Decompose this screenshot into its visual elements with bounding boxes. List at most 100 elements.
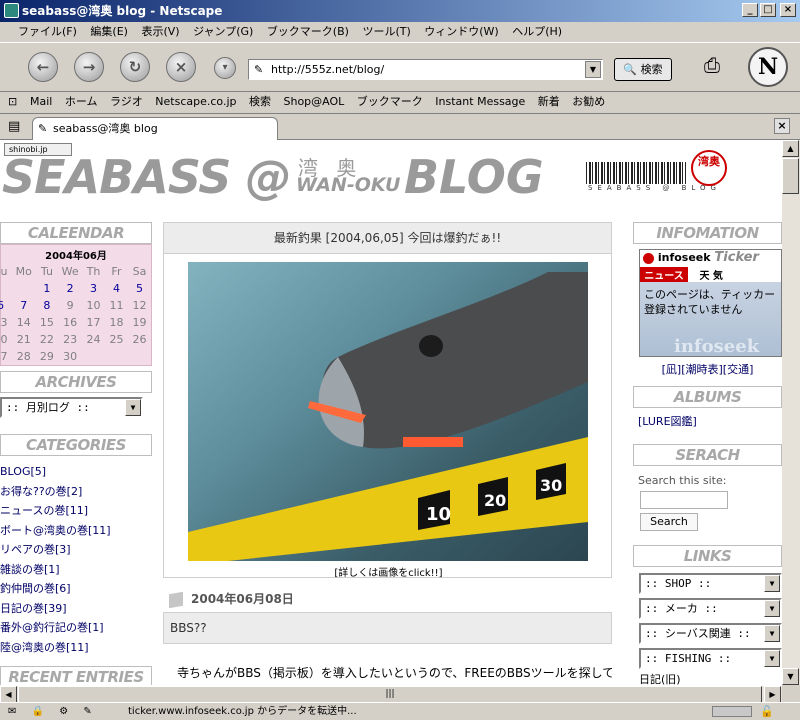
link-tide-table[interactable]: [潮時表]	[681, 363, 723, 376]
netscape-logo-icon[interactable]: N	[748, 47, 788, 87]
category-link[interactable]: お得な??の巻[2]	[0, 482, 152, 502]
featured-photo[interactable]: 10 20 30	[188, 262, 588, 561]
category-link[interactable]: ボート@湾奥の巻[11]	[0, 521, 152, 541]
cube-icon	[169, 591, 183, 608]
search-button[interactable]: 🔍 検索	[614, 58, 672, 81]
featured-caption[interactable]: [詳しくは画像をclick!!]	[164, 564, 613, 579]
calendar-day-link[interactable]: 4	[105, 280, 128, 297]
url-dropdown-icon[interactable]: ▼	[585, 61, 601, 78]
links-box: LINKS :: SHOP :: ▼ :: メーカ :: ▼ :: シーバス関連 :…	[633, 545, 782, 685]
calendar-day: 14	[16, 316, 31, 329]
calendar-weekday-row: Su Mo Tu We Th Fr Sa	[0, 263, 151, 280]
new-tab-icon[interactable]: ▤	[8, 119, 20, 134]
calendar-week: 6 7 8 9 10 11 12	[0, 297, 151, 314]
links-select-shop[interactable]: :: SHOP :: ▼	[639, 573, 782, 594]
stop-button[interactable]: ×	[166, 52, 196, 82]
link-traffic[interactable]: [交通]	[723, 363, 754, 376]
calendar-day-link[interactable]: 3	[82, 280, 105, 297]
category-link[interactable]: BLOG[5]	[0, 462, 152, 482]
bookmark-netscape[interactable]: Netscape.co.jp	[155, 95, 236, 108]
url-field[interactable]: ✎ http://555z.net/blog/ ▼	[248, 59, 603, 80]
scroll-left-icon[interactable]: ◀	[0, 686, 17, 703]
browser-tab[interactable]: ✎ seabass@湾奥 blog	[32, 117, 278, 140]
vertical-scrollbar[interactable]: ▲ ▼	[782, 140, 800, 685]
scroll-down-icon[interactable]: ▼	[782, 668, 799, 685]
calendar-day-link[interactable]: 6	[0, 297, 12, 314]
vertical-scroll-thumb[interactable]	[782, 158, 799, 194]
category-link[interactable]: 番外@釣行記の巻[1]	[0, 618, 152, 638]
bookmark-shop-aol[interactable]: Shop@AOL	[284, 95, 345, 108]
calendar-week: 13 14 15 16 17 18 19	[0, 314, 151, 331]
search-label: Search this site:	[638, 474, 727, 487]
category-link[interactable]: リペアの巻[3]	[0, 540, 152, 560]
horizontal-scrollbar[interactable]: ◀ ||| ▶	[0, 685, 782, 703]
maximize-button[interactable]: □	[760, 3, 776, 17]
blog-title[interactable]: SEABASS @	[2, 150, 291, 204]
category-link[interactable]: 日記の巻[39]	[0, 599, 152, 619]
back-button[interactable]: ←	[28, 52, 58, 82]
links-select-seabass[interactable]: :: シーバス関連 :: ▼	[639, 623, 782, 644]
print-icon[interactable]: ⎙	[698, 53, 726, 79]
forward-button[interactable]: →	[74, 52, 104, 82]
bookmark-mail[interactable]: Mail	[30, 95, 52, 108]
calendar-heading: CALEENDAR	[0, 222, 152, 244]
bookmark-bookmarks[interactable]: ブックマーク	[357, 95, 423, 108]
minimize-button[interactable]: _	[742, 3, 758, 17]
entry-date: 2004年06月08日	[191, 592, 294, 606]
calendar-day: 11	[109, 299, 124, 312]
calendar-day: 10	[86, 299, 101, 312]
bookmark-radio[interactable]: ラジオ	[110, 95, 143, 108]
calendar-day-link[interactable]: 7	[12, 297, 35, 314]
calendar-day-link[interactable]: 5	[128, 280, 151, 297]
menu-file[interactable]: ファイル(F)	[18, 25, 77, 38]
bookmark-home[interactable]: ホーム	[65, 95, 98, 108]
menu-bookmarks[interactable]: ブックマーク(B)	[267, 25, 349, 38]
links-select-fishing[interactable]: :: FISHING :: ▼	[639, 648, 782, 669]
infoseek-ticker[interactable]: infoseek Ticker ニュース 天 気 このページは、ティッカー登録さ…	[639, 249, 782, 357]
menu-view[interactable]: 表示(V)	[141, 25, 179, 38]
history-dropdown-icon[interactable]: ▾	[214, 57, 236, 79]
calendar-day: 17	[86, 316, 101, 329]
links-select-value: :: FISHING ::	[645, 652, 732, 665]
bookmark-recommended[interactable]: お勧め	[572, 95, 605, 108]
ticker-tab-news[interactable]: ニュース	[640, 267, 688, 282]
status-component-icons[interactable]: ✉ 🔒 ⚙ ✎	[8, 703, 98, 720]
calendar-day-link[interactable]: 8	[35, 297, 58, 314]
menu-go[interactable]: ジャンプ(G)	[193, 25, 253, 38]
links-select-maker[interactable]: :: メーカ :: ▼	[639, 598, 782, 619]
menu-window[interactable]: ウィンドウ(W)	[424, 25, 498, 38]
home-tab-icon[interactable]: ⊡	[8, 92, 17, 112]
menu-help[interactable]: ヘルプ(H)	[512, 25, 562, 38]
horizontal-scroll-thumb[interactable]: |||	[18, 686, 762, 703]
close-tab-button[interactable]: ×	[774, 118, 790, 134]
search-input[interactable]	[640, 491, 728, 509]
archives-select[interactable]: :: 月別ログ :: ▼	[0, 397, 143, 418]
security-lock-icon[interactable]: 🔓	[760, 703, 774, 720]
lure-gallery-link[interactable]: [LURE図鑑]	[633, 413, 782, 429]
category-link[interactable]: 釣仲間の巻[6]	[0, 579, 152, 599]
scroll-right-icon[interactable]: ▶	[764, 686, 781, 703]
chevron-down-icon: ▼	[764, 625, 780, 642]
bookmark-instant-message[interactable]: Instant Message	[435, 95, 525, 108]
albums-box: ALBUMS [LURE図鑑]	[633, 386, 782, 429]
ticker-tab-weather[interactable]: 天 気	[691, 267, 731, 282]
svg-text:10: 10	[426, 504, 451, 525]
calendar-day-link[interactable]: 2	[58, 280, 82, 297]
category-link[interactable]: ニュースの巻[11]	[0, 501, 152, 521]
old-diary-link[interactable]: 日記(旧)	[639, 671, 782, 685]
category-link[interactable]: 雑談の巻[1]	[0, 560, 152, 580]
reload-button[interactable]: ↻	[120, 52, 150, 82]
menu-edit[interactable]: 編集(E)	[90, 25, 128, 38]
menu-tools[interactable]: ツール(T)	[362, 25, 410, 38]
bookmark-new[interactable]: 新着	[538, 95, 560, 108]
calendar-day-link[interactable]: 1	[35, 280, 58, 297]
link-nagi[interactable]: [凪]	[662, 363, 682, 376]
search-submit-button[interactable]: Search	[640, 513, 698, 531]
category-link[interactable]: 陸@湾奥の巻[11]	[0, 638, 152, 658]
scroll-up-icon[interactable]: ▲	[782, 140, 799, 157]
entry-title[interactable]: BBS??	[163, 612, 612, 644]
close-window-button[interactable]: ×	[780, 3, 796, 17]
menu-bar: ファイル(F) 編集(E) 表示(V) ジャンプ(G) ブックマーク(B) ツー…	[0, 22, 800, 42]
ticker-header: infoseek Ticker	[640, 250, 781, 267]
bookmark-search[interactable]: 検索	[249, 95, 271, 108]
